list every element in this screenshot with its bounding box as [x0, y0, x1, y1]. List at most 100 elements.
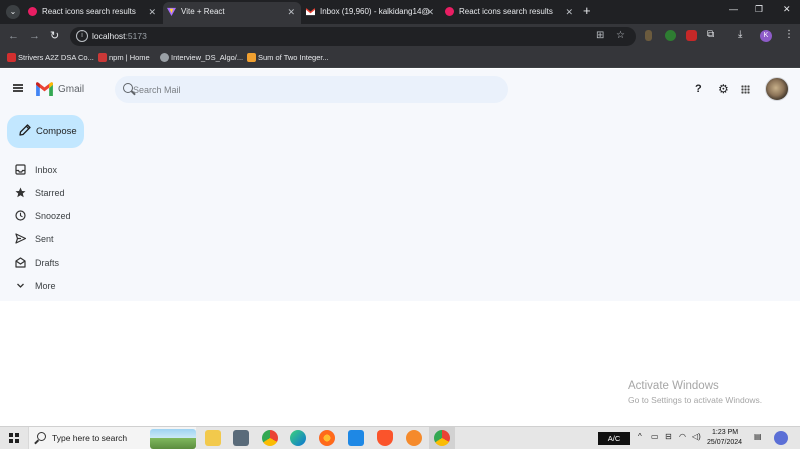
chrome-profile-icon[interactable]	[434, 430, 450, 446]
battery-icon[interactable]: ▭	[651, 432, 659, 441]
react-icons-favicon	[28, 7, 37, 16]
search-icon[interactable]	[123, 83, 133, 93]
star-icon	[15, 187, 26, 198]
tab-vite-react[interactable]: Vite + React ✕	[163, 2, 301, 24]
tab-title: React icons search results	[459, 7, 553, 16]
postman-icon[interactable]	[406, 430, 422, 446]
sidebar-item-label: Snoozed	[35, 211, 71, 221]
sidebar-item-inbox[interactable]: Inbox	[0, 161, 110, 179]
search-input[interactable]	[133, 82, 493, 98]
sidebar-item-drafts[interactable]: Drafts	[0, 254, 110, 272]
tab-title: Inbox (19,960) - kalkidang14@	[320, 7, 430, 16]
send-icon	[15, 233, 26, 244]
tab-react-icons-1[interactable]: React icons search results ✕	[24, 2, 162, 24]
minimize-icon[interactable]: —	[729, 4, 738, 14]
sidebar-item-starred[interactable]: Starred	[0, 184, 110, 202]
brave-icon[interactable]	[377, 430, 393, 446]
settings-gear-icon[interactable]: ⚙	[718, 83, 729, 95]
tab-react-icons-2[interactable]: React icons search results ✕	[441, 2, 579, 24]
gmail-logo-icon	[36, 82, 53, 96]
file-explorer-icon[interactable]	[205, 430, 221, 446]
windows-start-icon[interactable]	[9, 433, 19, 443]
bookmark-label: Sum of Two Integer...	[258, 53, 329, 62]
wifi-icon[interactable]: ◠	[679, 432, 686, 441]
edge-icon[interactable]	[290, 430, 306, 446]
notifications-icon[interactable]: ▤	[754, 432, 762, 441]
sidebar-item-label: Drafts	[35, 258, 60, 268]
vite-favicon	[167, 7, 176, 16]
tray-chevron-up-icon[interactable]: ^	[638, 432, 642, 441]
close-icon[interactable]: ✕	[565, 2, 573, 22]
help-icon[interactable]: ?	[695, 83, 702, 95]
close-icon[interactable]: ✕	[148, 2, 156, 22]
search-bar[interactable]	[115, 76, 508, 103]
restore-icon[interactable]: ❐	[755, 4, 763, 15]
camera-icon[interactable]	[233, 430, 249, 446]
extensions-puzzle-icon[interactable]: ⧉	[707, 29, 714, 41]
bookmark-label: npm | Home	[109, 53, 150, 62]
bookmark-star-icon[interactable]: ☆	[616, 30, 625, 41]
activate-windows-title: Activate Windows	[628, 380, 719, 392]
close-icon[interactable]: ✕	[287, 2, 295, 22]
clock-time[interactable]: 1:23 PM	[712, 429, 738, 436]
translate-icon[interactable]: ⊞	[596, 30, 604, 41]
back-icon[interactable]: ←	[8, 29, 19, 43]
new-tab-button[interactable]: +	[583, 4, 591, 18]
volume-icon[interactable]: ◁)	[692, 432, 701, 441]
sidebar-item-label: More	[35, 281, 56, 291]
sidebar-item-more[interactable]: More	[0, 277, 110, 295]
forward-icon[interactable]: →	[29, 29, 40, 43]
account-avatar[interactable]	[765, 77, 789, 101]
sidebar-item-sent[interactable]: Sent	[0, 230, 110, 248]
browser-tabstrip: ⌄ React icons search results ✕ Vite + Re…	[0, 0, 800, 24]
taskbar-search-text: Type here to search	[52, 433, 128, 443]
teams-chat-icon[interactable]	[774, 431, 788, 445]
bookmark-item[interactable]: Sum of Two Integer...	[247, 53, 329, 62]
sidebar-item-label: Sent	[35, 234, 54, 244]
firefox-icon[interactable]	[319, 430, 335, 446]
bookmark-favicon	[7, 53, 16, 62]
sidebar-item-label: Inbox	[35, 165, 58, 175]
bookmark-item[interactable]: Strivers A2Z DSA Co...	[7, 53, 94, 62]
download-icon[interactable]: ⤓	[738, 29, 742, 41]
tab-title: Vite + React	[181, 7, 225, 16]
drafts-icon	[15, 257, 26, 268]
main-menu-icon[interactable]	[13, 84, 23, 92]
sidebar-item-snoozed[interactable]: Snoozed	[0, 207, 110, 225]
extension-tree-icon[interactable]	[665, 30, 676, 41]
tab-gmail-inbox[interactable]: Inbox (19,960) - kalkidang14@ ✕	[302, 2, 440, 24]
npm-icon	[98, 53, 107, 62]
window-close-icon[interactable]: ✕	[783, 4, 791, 15]
inbox-icon	[15, 164, 26, 175]
bookmarks-bar: Strivers A2Z DSA Co... npm | Home Interv…	[0, 49, 800, 68]
search-icon	[37, 432, 46, 441]
reload-icon[interactable]: ↻	[50, 29, 59, 43]
apps-grid-icon[interactable]	[741, 85, 750, 94]
close-icon[interactable]: ✕	[426, 2, 434, 22]
site-info-icon[interactable]: i	[76, 30, 88, 42]
gmail-brand-label: Gmail	[58, 84, 85, 95]
bookmark-item[interactable]: Interview_DS_Algo/...	[160, 53, 243, 62]
browser-menu-icon[interactable]: ⋮	[784, 29, 794, 41]
extension-icon[interactable]	[645, 30, 652, 41]
chrome-icon[interactable]	[262, 430, 278, 446]
browser-profile-avatar[interactable]: K	[760, 30, 772, 42]
bookmark-label: Strivers A2Z DSA Co...	[18, 53, 94, 62]
clock-icon	[15, 210, 26, 221]
bookmark-item[interactable]: npm | Home	[98, 53, 150, 62]
network-icon[interactable]: ⊟	[665, 432, 672, 441]
extension-red-icon[interactable]	[686, 30, 697, 41]
leetcode-icon	[247, 53, 256, 62]
browser-toolbar: ← → ↻ i localhost:5173 ⊞ ☆ ⧉ ⤓ ⋮	[0, 24, 800, 49]
address-bar[interactable]: i localhost:5173 ⊞ ☆	[70, 27, 636, 46]
search-highlight-image[interactable]	[150, 429, 196, 449]
gmail-app: Gmail ? ⚙ Compose Inbox Starred Sno	[0, 69, 800, 301]
vscode-icon[interactable]	[348, 430, 364, 446]
clock-date[interactable]: 25/07/2024	[707, 439, 742, 446]
gmail-favicon	[306, 8, 315, 16]
tab-search-menu-button[interactable]: ⌄	[6, 5, 20, 19]
sidebar-item-label: Starred	[35, 188, 65, 198]
compose-button[interactable]: Compose	[7, 115, 84, 148]
chevron-down-icon	[17, 283, 24, 288]
url-port: :5173	[125, 31, 147, 41]
